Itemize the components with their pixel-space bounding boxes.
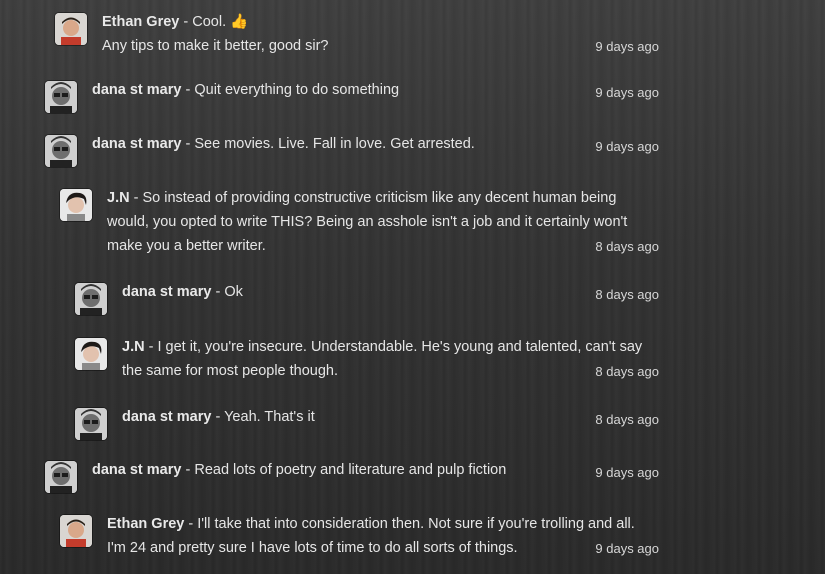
- user-avatar[interactable]: [75, 408, 107, 440]
- comment-text: Any tips to make it better, good sir?: [102, 38, 329, 54]
- timestamp: 9 days ago: [595, 139, 659, 154]
- comment-text: make you a better writer.: [107, 238, 266, 254]
- separator: -: [144, 339, 158, 355]
- comment-text: the same for most people though.: [122, 363, 339, 379]
- author-name[interactable]: J.N: [107, 190, 130, 206]
- separator: -: [211, 409, 225, 425]
- comment-body: dana st mary - Yeah. That's it: [122, 405, 315, 429]
- separator: -: [181, 136, 195, 152]
- author-name[interactable]: Ethan Grey: [102, 14, 179, 30]
- timestamp: 9 days ago: [595, 39, 659, 54]
- separator: -: [129, 190, 143, 206]
- comment-text: So instead of providing constructive cri…: [142, 190, 617, 206]
- timestamp: 8 days ago: [595, 287, 659, 302]
- author-name[interactable]: Ethan Grey: [107, 516, 184, 532]
- user-avatar[interactable]: [45, 461, 77, 493]
- separator: -: [181, 82, 195, 98]
- comment-text: I get it, you're insecure. Understandabl…: [157, 339, 643, 355]
- timestamp: 9 days ago: [595, 541, 659, 556]
- comment-body: dana st mary - See movies. Live. Fall in…: [92, 132, 475, 156]
- timestamp: 8 days ago: [595, 412, 659, 427]
- user-avatar[interactable]: [60, 189, 92, 221]
- separator: -: [179, 14, 193, 30]
- comment-text: Ok: [224, 284, 243, 300]
- comment-text: Quit everything to do something: [194, 82, 400, 98]
- comment-thread: Ethan Grey - Cool. 👍 Any tips to make it…: [0, 0, 825, 574]
- user-avatar[interactable]: [75, 283, 107, 315]
- user-avatar[interactable]: [45, 81, 77, 113]
- user-avatar[interactable]: [75, 338, 107, 370]
- author-name[interactable]: dana st mary: [92, 82, 181, 98]
- timestamp: 8 days ago: [595, 239, 659, 254]
- comment-body: J.N - I get it, you're insecure. Underst…: [122, 335, 642, 383]
- author-name[interactable]: dana st mary: [92, 136, 181, 152]
- separator: -: [184, 516, 198, 532]
- author-name[interactable]: dana st mary: [92, 462, 181, 478]
- comment-body: dana st mary - Ok: [122, 280, 243, 304]
- comment-body: Ethan Grey - I'll take that into conside…: [107, 512, 635, 560]
- comment-text: I'm 24 and pretty sure I have lots of ti…: [107, 540, 518, 556]
- author-name[interactable]: J.N: [122, 339, 145, 355]
- comment-text: Yeah. That's it: [224, 409, 315, 425]
- user-avatar[interactable]: [55, 13, 87, 45]
- comment-text: would, you opted to write THIS? Being an…: [107, 214, 628, 230]
- comment-text: Read lots of poetry and literature and p…: [194, 462, 507, 478]
- timestamp: 8 days ago: [595, 364, 659, 379]
- timestamp: 9 days ago: [595, 465, 659, 480]
- comment-body: J.N - So instead of providing constructi…: [107, 186, 627, 258]
- timestamp: 9 days ago: [595, 85, 659, 100]
- comment-text: See movies. Live. Fall in love. Get arre…: [194, 136, 475, 152]
- comment-body: Ethan Grey - Cool. 👍 Any tips to make it…: [102, 10, 328, 58]
- user-avatar[interactable]: [60, 515, 92, 547]
- comment-text: Cool. 👍: [192, 14, 249, 30]
- comment-text: I'll take that into consideration then. …: [197, 516, 635, 532]
- comment-body: dana st mary - Read lots of poetry and l…: [92, 458, 506, 482]
- separator: -: [181, 462, 195, 478]
- user-avatar[interactable]: [45, 135, 77, 167]
- author-name[interactable]: dana st mary: [122, 284, 211, 300]
- comment-body: dana st mary - Quit everything to do som…: [92, 78, 399, 102]
- author-name[interactable]: dana st mary: [122, 409, 211, 425]
- separator: -: [211, 284, 225, 300]
